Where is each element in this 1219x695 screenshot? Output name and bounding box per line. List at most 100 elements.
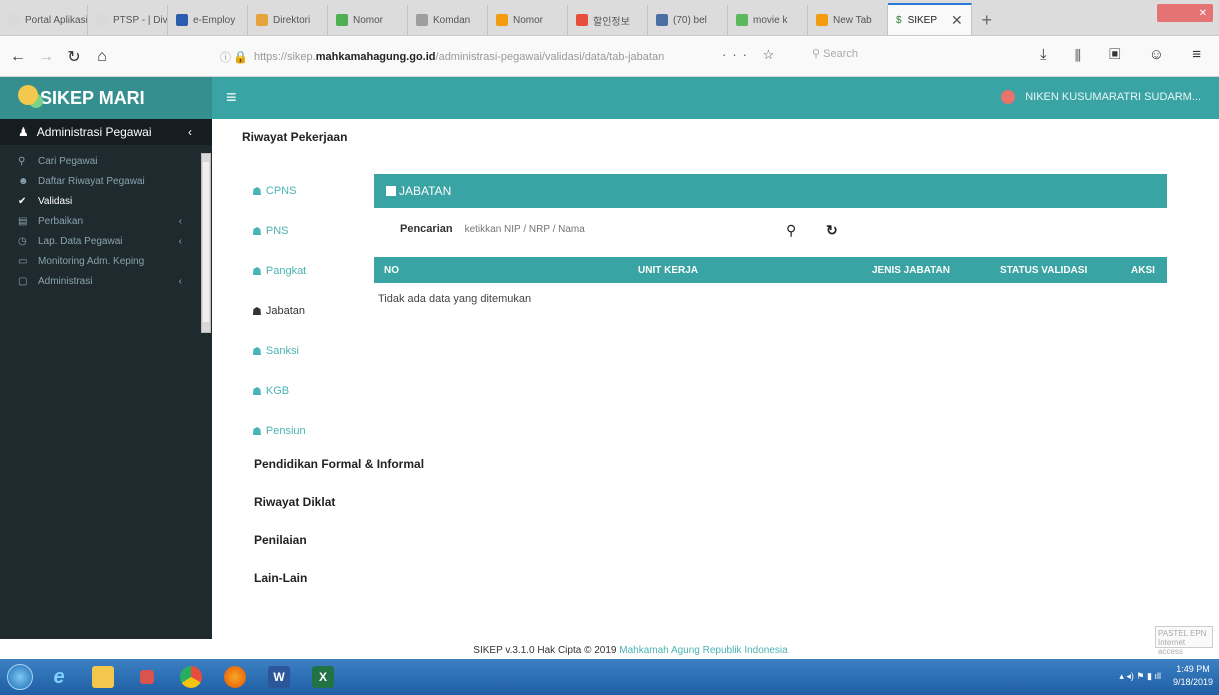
empty-table-message: Tidak ada data yang ditemukan — [378, 293, 532, 305]
browser-tab[interactable]: PTSP - | Divisi — [88, 5, 168, 35]
tab-sikep[interactable]: $ SIKEP ✕ — [888, 3, 972, 35]
home-icon[interactable]: ⌂ — [88, 48, 116, 66]
clock[interactable]: 1:49 PM 9/18/2019 — [1173, 663, 1213, 689]
search-icon[interactable]: ⚲ — [786, 222, 796, 239]
back-icon[interactable]: ← — [4, 48, 32, 66]
favicon-icon — [496, 14, 508, 26]
taskbar-ie[interactable]: e — [40, 661, 78, 693]
footer-link[interactable]: Mahkamah Agung Republik Indonesia — [619, 645, 787, 656]
tray-icons[interactable]: ▴ ◂) ⚑ ▮ ıll — [1119, 671, 1161, 682]
sidebar-menu: ⚲ Cari Pegawai ☻ Daftar Riwayat Pegawai ✔ Val… — [0, 145, 200, 291]
taskbar-word[interactable]: W — [260, 661, 298, 693]
taskbar-media[interactable] — [128, 661, 166, 693]
favicon-icon — [656, 14, 668, 26]
favicon-icon — [8, 14, 20, 26]
browser-tab[interactable]: e-Employ — [168, 5, 248, 35]
sidebar-header[interactable]: ♟ Administrasi Pegawai ‹ — [0, 119, 212, 145]
lock-icon: 🔒 — [233, 50, 248, 64]
refresh-icon[interactable]: ↻ — [826, 222, 838, 239]
page-actions-icon[interactable]: ··· ☆ — [722, 47, 780, 63]
windows-taskbar: e W X ▴ ◂) ⚑ ▮ ıll 1:49 PM 9/18/2019 — [0, 659, 1219, 695]
riwayat-subnav: ☗ CPNS ☗ PNS ☗ Pangkat ☗ Jabatan ☗ Sanksi ☗ KGB ☗ Pen… — [252, 171, 306, 451]
sidebar-scrollbar[interactable] — [201, 153, 211, 333]
section-heading[interactable]: Penilaian — [254, 533, 424, 571]
page-title: Riwayat Pekerjaan — [242, 130, 348, 144]
clock-date: 9/18/2019 — [1172, 677, 1213, 687]
brand[interactable]: SIKEP MARI — [0, 77, 212, 119]
subnav-item[interactable]: ☗ KGB — [252, 371, 306, 411]
forward-icon[interactable]: → — [32, 48, 60, 66]
browser-tab-label: Portal Aplikasi — [25, 14, 88, 26]
browser-tab-label: (70) bel — [673, 14, 707, 26]
excel-icon: X — [312, 666, 334, 688]
other-sections: Pendidikan Formal & Informal Riwayat Dikl… — [254, 457, 424, 609]
sidebar-item[interactable]: ▤ Perbaikan ‹ — [0, 211, 200, 231]
col-no: NO — [384, 265, 399, 276]
menu-toggle-icon[interactable]: ≡ — [226, 87, 237, 108]
media-icon — [140, 670, 154, 684]
sidebar-item[interactable]: ▭ Monitoring Adm. Keping — [0, 251, 200, 271]
browser-tab[interactable]: (70) bel — [648, 5, 728, 35]
search-input[interactable] — [464, 223, 765, 235]
taskbar-chrome[interactable] — [172, 661, 210, 693]
sidebar-item[interactable]: ▢ Administrasi ‹ — [0, 271, 200, 291]
main-content: Riwayat Pekerjaan ☗ CPNS ☗ PNS ☗ Pangkat ☗ Jaba… — [212, 119, 1219, 639]
taskbar-excel[interactable]: X — [304, 661, 342, 693]
subnav-item[interactable]: ☗ Pangkat — [252, 251, 306, 291]
subnav-item[interactable]: ☗ Sanksi — [252, 331, 306, 371]
browser-tab-label: PTSP - | Divisi — [113, 14, 168, 26]
new-tab-button[interactable]: + — [972, 5, 1002, 35]
url-bar[interactable]: ⓘ 🔒 https://sikep. mahkamahagung.go.id /… — [220, 45, 700, 69]
browser-tab[interactable]: Komdan — [408, 5, 488, 35]
window-controls[interactable]: ✕ — [1157, 4, 1213, 22]
users-icon: ☗ — [252, 305, 262, 318]
taskbar-explorer[interactable] — [84, 661, 122, 693]
browser-tab-label: e-Employ — [193, 14, 236, 26]
search-row: Pencarian — [400, 223, 765, 235]
subnav-item[interactable]: ☗ CPNS — [252, 171, 306, 211]
section-heading[interactable]: Lain-Lain — [254, 571, 424, 609]
section-heading[interactable]: Pendidikan Formal & Informal — [254, 457, 424, 495]
subnav-item[interactable]: ☗ Jabatan — [252, 291, 306, 331]
users-icon: ☗ — [252, 345, 262, 358]
user-menu[interactable]: NIKEN KUSUMARATRI SUDARM... — [1001, 90, 1201, 104]
sidebar-item[interactable]: ☻ Daftar Riwayat Pegawai — [0, 171, 200, 191]
browser-tab[interactable]: Nomor — [328, 5, 408, 35]
browser-tab[interactable]: Nomor — [488, 5, 568, 35]
brand-name: SIKEP MARI — [40, 87, 145, 108]
subnav-label: Jabatan — [265, 305, 306, 317]
subnav-label: PNS — [265, 225, 289, 237]
close-tab-icon[interactable]: ✕ — [951, 12, 963, 29]
browser-search-box[interactable]: ⚲ Search — [812, 47, 858, 60]
sidebar-item[interactable]: ◷ Lap. Data Pegawai ‹ — [0, 231, 200, 251]
browser-tab-label: Nomor — [513, 14, 544, 26]
favicon-icon — [256, 14, 268, 26]
taskbar-firefox[interactable] — [216, 661, 254, 693]
search-label: Pencarian — [400, 223, 453, 235]
scrollbar-thumb[interactable] — [203, 162, 209, 322]
subnav-item[interactable]: ☗ PNS — [252, 211, 306, 251]
reload-icon[interactable]: ↻ — [60, 47, 88, 67]
browser-tab[interactable]: New Tab — [808, 5, 888, 35]
start-button[interactable] — [0, 659, 40, 695]
system-tray: ▴ ◂) ⚑ ▮ ıll 1:49 PM 9/18/2019 — [1119, 663, 1213, 689]
browser-tab-label: 할인정보 — [593, 16, 630, 28]
sidebar-item[interactable]: ✔ Validasi — [0, 191, 200, 211]
browser-tab[interactable]: Direktori — [248, 5, 328, 35]
toolbar-icons[interactable]: ⤓ ⦀ ▣ ☺ ≡ — [1040, 46, 1213, 63]
browser-tab[interactable]: Portal Aplikasi — [0, 5, 88, 35]
browser-tab[interactable]: movie k — [728, 5, 808, 35]
section-heading[interactable]: Riwayat Diklat — [254, 495, 424, 533]
subnav-item[interactable]: ☗ Pensiun — [252, 411, 306, 451]
monitor-icon: ▭ — [18, 255, 28, 267]
favicon-icon — [176, 14, 188, 26]
chevron-left-icon: ‹ — [188, 125, 192, 139]
info-icon[interactable]: ⓘ — [220, 49, 231, 65]
footer: SIKEP v.3.1.0 Hak Cipta © 2019 Mahkamah … — [212, 639, 1219, 659]
browser-tab-strip: Portal Aplikasi PTSP - | Divisi e-Employ Di… — [0, 0, 1219, 36]
sidebar-item-label: Validasi — [38, 195, 73, 207]
users-icon: ☻ — [18, 175, 29, 187]
sidebar-item[interactable]: ⚲ Cari Pegawai — [0, 151, 200, 171]
sidebar-item-label: Lap. Data Pegawai — [38, 235, 123, 247]
browser-tab[interactable]: 할인정보 — [568, 5, 648, 35]
